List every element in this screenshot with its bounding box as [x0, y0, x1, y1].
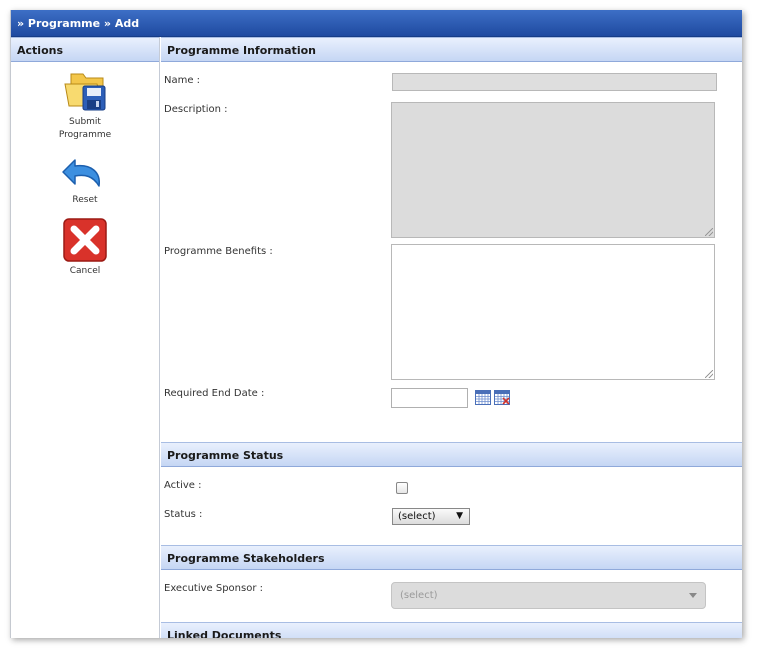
calendar-clear-icon[interactable] [494, 390, 510, 405]
cancel-label: Cancel [69, 266, 101, 276]
description-label: Description : [164, 104, 228, 115]
required-end-date-input[interactable] [391, 388, 468, 408]
stakeholders-section: Executive Sponsor : (select) [161, 570, 742, 622]
active-label: Active : [164, 480, 202, 491]
actions-sidebar: Actions Submit Programme Reset Cancel [11, 37, 160, 638]
app-window: » Programme » Add Actions Submit Program… [10, 10, 742, 638]
description-textarea[interactable] [391, 102, 715, 238]
executive-sponsor-label: Executive Sponsor : [164, 583, 264, 594]
calendar-icon[interactable] [475, 390, 491, 405]
resize-grip-icon[interactable] [705, 370, 713, 378]
cancel-button[interactable]: Cancel [11, 217, 159, 278]
executive-sponsor-select[interactable]: (select) [391, 582, 706, 609]
submit-label-line1: Submit [69, 117, 101, 127]
status-label: Status : [164, 509, 203, 520]
status-select-value: (select) [398, 511, 436, 522]
undo-arrow-icon [62, 159, 100, 187]
reset-label: Reset [72, 195, 98, 205]
resize-grip-icon[interactable] [705, 228, 713, 236]
programme-benefits-label: Programme Benefits : [164, 246, 273, 257]
status-select[interactable]: (select) ▼ [392, 508, 470, 525]
executive-sponsor-value: (select) [400, 590, 438, 601]
programme-form: Programme Information Name : Description… [161, 37, 742, 638]
red-x-icon [63, 218, 107, 262]
triangle-down-icon: ▼ [456, 511, 463, 521]
status-section: Active : Status : (select) ▼ [161, 467, 742, 545]
folder-save-icon [64, 73, 106, 111]
submit-programme-button[interactable]: Submit Programme [11, 68, 159, 142]
programme-information-header: Programme Information [161, 37, 742, 62]
name-label: Name : [164, 75, 201, 86]
reset-button[interactable]: Reset [11, 152, 159, 207]
programme-benefits-textarea[interactable] [391, 244, 715, 380]
page-title: » Programme » Add [11, 10, 742, 37]
submit-label-line2: Programme [58, 130, 112, 140]
actions-header: Actions [11, 37, 159, 62]
required-end-date-label: Required End Date : [164, 388, 265, 399]
active-checkbox[interactable] [396, 482, 408, 494]
linked-documents-header: Linked Documents [161, 622, 742, 638]
programme-status-header: Programme Status [161, 442, 742, 467]
info-section: Name : Description : Programme Benefits … [161, 62, 742, 442]
chevron-down-icon [689, 593, 697, 598]
programme-stakeholders-header: Programme Stakeholders [161, 545, 742, 570]
name-input[interactable] [392, 73, 717, 91]
